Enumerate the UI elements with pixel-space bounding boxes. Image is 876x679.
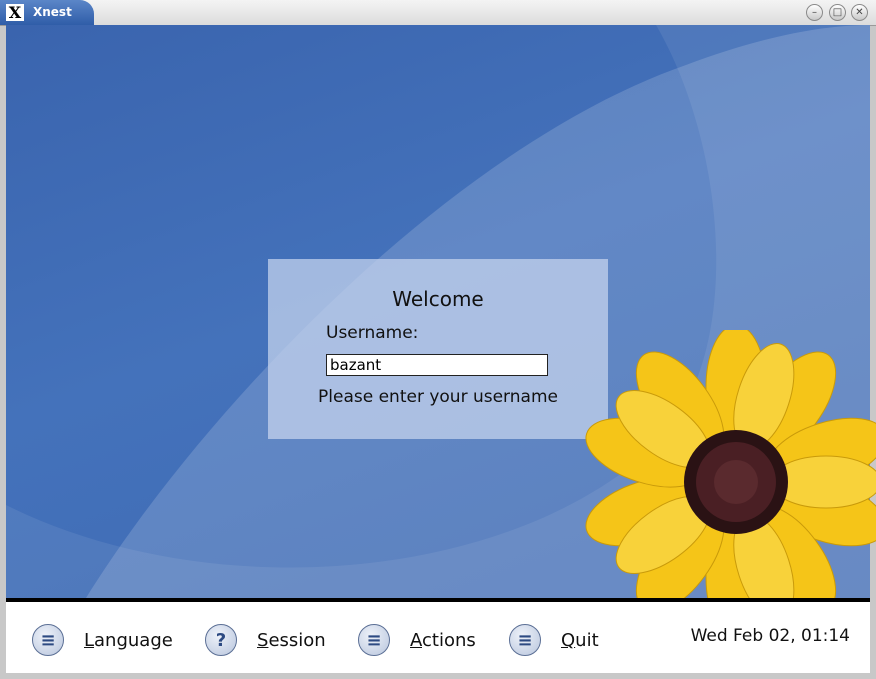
bottom-panel: ≡ Language ? Session ≡ Actions ≡ Quit We… bbox=[6, 598, 870, 673]
username-input[interactable] bbox=[326, 354, 548, 376]
status-message: Please enter your username bbox=[318, 387, 558, 407]
xnest-window: X Xnest – □ ✕ Welcome Username: Please e… bbox=[0, 0, 876, 679]
minimize-icon: – bbox=[812, 7, 817, 18]
title-bar[interactable]: X Xnest – □ ✕ bbox=[0, 0, 876, 26]
minimize-button[interactable]: – bbox=[806, 4, 823, 21]
actions-button[interactable]: ≡ Actions bbox=[358, 622, 476, 658]
quit-button[interactable]: ≡ Quit bbox=[509, 622, 599, 658]
language-button[interactable]: ≡ Language bbox=[32, 622, 173, 658]
window-bottom-border bbox=[0, 673, 876, 679]
actions-label: ctions bbox=[422, 629, 476, 651]
menu-icon: ≡ bbox=[358, 624, 390, 656]
session-button[interactable]: ? Session bbox=[205, 622, 326, 658]
close-button[interactable]: ✕ bbox=[851, 4, 868, 21]
menu-icon: ≡ bbox=[509, 624, 541, 656]
clock: Wed Feb 02, 01:14 bbox=[690, 626, 850, 646]
maximize-button[interactable]: □ bbox=[829, 4, 846, 21]
username-label: Username: bbox=[326, 323, 419, 343]
close-icon: ✕ bbox=[855, 7, 864, 18]
language-mnemonic: L bbox=[84, 629, 95, 651]
quit-label: uit bbox=[575, 629, 599, 651]
welcome-heading: Welcome bbox=[392, 287, 484, 311]
login-panel: Welcome Username: Please enter your user… bbox=[268, 259, 608, 439]
help-icon: ? bbox=[205, 624, 237, 656]
title-tab: X Xnest bbox=[0, 0, 94, 25]
quit-mnemonic: Q bbox=[561, 629, 576, 651]
maximize-icon: □ bbox=[832, 7, 843, 18]
session-label: ession bbox=[268, 629, 326, 651]
x-logo-icon: X bbox=[6, 4, 24, 21]
menu-icon: ≡ bbox=[32, 624, 64, 656]
window-title: Xnest bbox=[33, 5, 72, 19]
language-label: anguage bbox=[94, 629, 173, 651]
actions-mnemonic: A bbox=[410, 629, 422, 651]
session-mnemonic: S bbox=[257, 629, 269, 651]
